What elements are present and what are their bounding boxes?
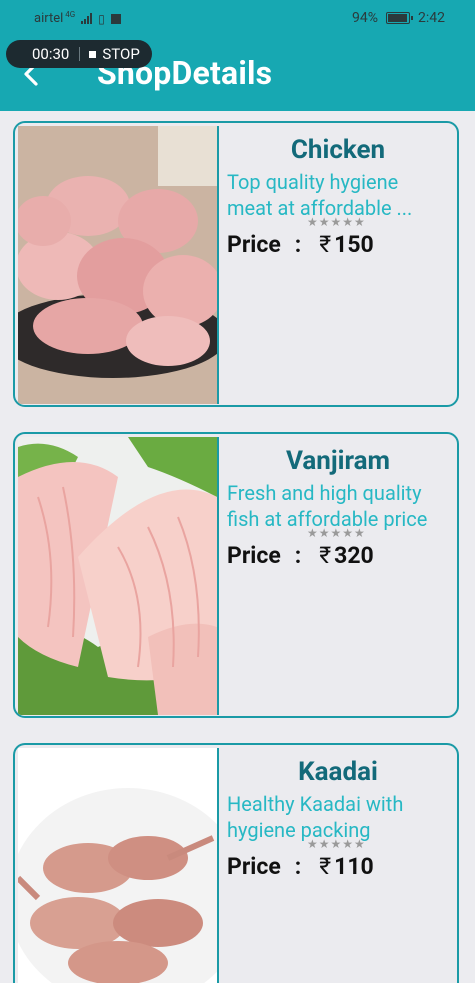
vibrate-icon: ▯ <box>98 11 105 26</box>
product-description: Top quality hygiene meat at affordable .… <box>227 170 413 220</box>
product-image-vanjiram <box>18 437 219 715</box>
stop-icon <box>89 50 97 58</box>
product-description: Healthy Kaadai with hygiene packing <box>227 792 404 842</box>
product-name: Chicken <box>290 135 386 165</box>
divider <box>79 47 81 61</box>
notification-icon <box>110 13 121 24</box>
product-info: Kaadai Healthy Kaadai with hygiene packi… <box>227 745 449 880</box>
product-description: Fresh and high quality fish at affordabl… <box>227 481 428 531</box>
product-image-kaadai <box>18 748 219 983</box>
product-price: Price: ₹150 <box>227 231 374 258</box>
product-price: Price: ₹110 <box>227 853 374 880</box>
product-name: Vanjiram <box>285 446 391 476</box>
stop-button[interactable]: STOP <box>102 45 139 63</box>
rating-stars-icon: ★★★★★ <box>307 837 366 851</box>
product-card[interactable]: Vanjiram Fresh and high quality fish at … <box>13 432 459 718</box>
clock: 2:42 <box>418 10 445 26</box>
product-info: Chicken Top quality hygiene meat at affo… <box>227 123 449 258</box>
product-image-chicken <box>18 126 219 404</box>
battery-icon <box>386 12 413 24</box>
signal-icon <box>81 13 93 24</box>
product-card[interactable]: Kaadai Healthy Kaadai with hygiene packi… <box>13 743 459 983</box>
carrier-label: airtel <box>34 11 64 26</box>
screen-recorder-pill[interactable]: 00:30 STOP <box>6 40 152 68</box>
battery-percent: 94% <box>352 10 378 26</box>
product-card[interactable]: Chicken Top quality hygiene meat at affo… <box>13 121 459 407</box>
product-price: Price: ₹320 <box>227 542 374 569</box>
product-name: Kaadai <box>298 757 378 787</box>
recorder-time: 00:30 <box>32 45 70 63</box>
product-info: Vanjiram Fresh and high quality fish at … <box>227 434 449 569</box>
network-label: 4G <box>65 10 76 19</box>
status-bar: airtel 4G ▯ 94% 2:42 <box>0 0 475 38</box>
